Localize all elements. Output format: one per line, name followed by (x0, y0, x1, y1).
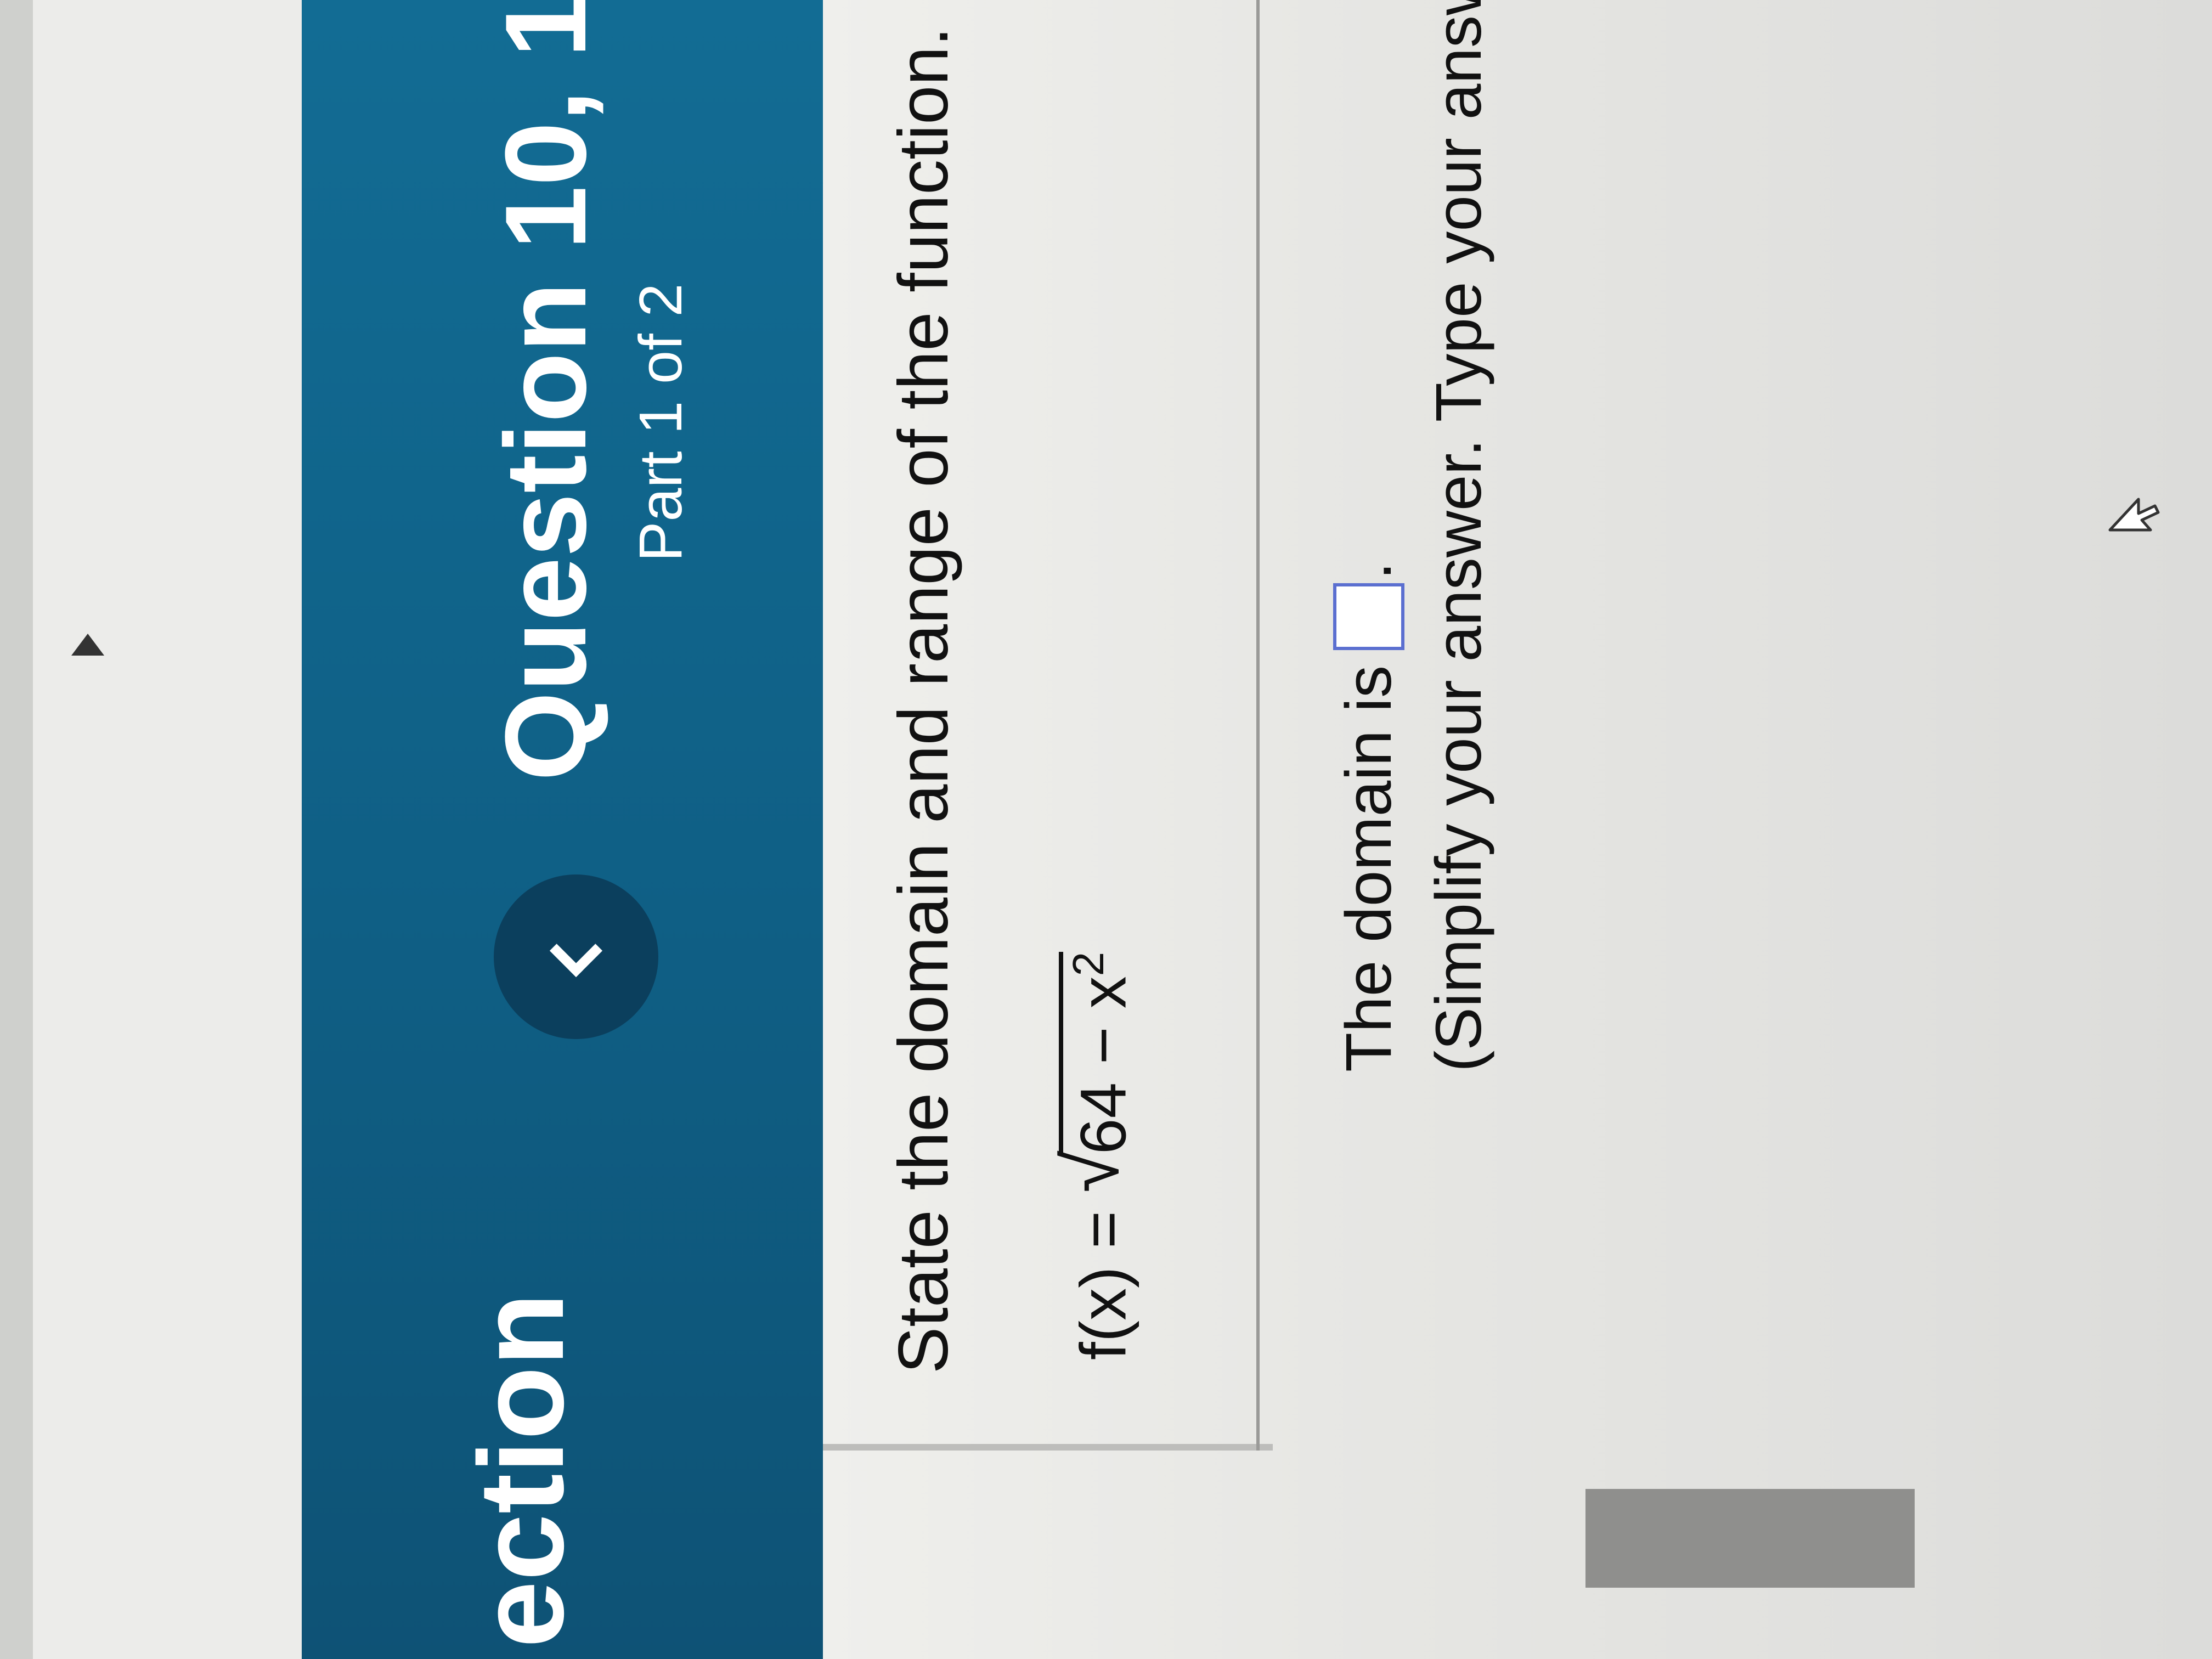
question-prompt: State the domain and range of the functi… (884, 26, 963, 1374)
domain-prefix: The domain is (1333, 665, 1405, 1072)
domain-answer-input[interactable] (1333, 583, 1404, 650)
domain-suffix: . (1333, 562, 1405, 580)
radicand: 64 − x2 (1059, 951, 1140, 1155)
content-divider (823, 1444, 1273, 1451)
question-title: Question 10, 1.1.25 (481, 0, 610, 781)
radicand-exponent: 2 (1064, 951, 1113, 977)
screen: ection Question 10, 1.1.25 Part 1 of 2 S… (0, 0, 2212, 1659)
photo-frame: ection Question 10, 1.1.25 Part 1 of 2 S… (0, 0, 2212, 1659)
taskbar-block (1585, 1489, 1915, 1588)
question-content (823, 0, 2212, 1659)
section-separator (1256, 0, 1260, 1451)
previous-question-button[interactable] (494, 874, 658, 1039)
radicand-base: 64 − x (1067, 976, 1140, 1155)
window-edge (0, 0, 33, 1659)
question-header: ection Question 10, 1.1.25 Part 1 of 2 (302, 0, 823, 1659)
left-panel (33, 0, 302, 1659)
mouse-pointer-icon (2108, 498, 2160, 532)
function-formula: f(x) = √ 64 − x2 (1048, 951, 1140, 1360)
section-label: ection (454, 1293, 589, 1648)
chevron-left-icon (549, 924, 603, 978)
domain-answer-line: The domain is . (1333, 562, 1405, 1072)
triangle-left-icon[interactable] (71, 634, 104, 656)
square-root: √ 64 − x2 (1048, 951, 1140, 1193)
formula-lhs: f(x) = (1067, 1193, 1140, 1360)
answer-hint: (Simplify your answer. Type your answer … (1423, 0, 1495, 1072)
part-indicator: Part 1 of 2 (627, 283, 695, 562)
sqrt-symbol: √ (1048, 1150, 1135, 1193)
